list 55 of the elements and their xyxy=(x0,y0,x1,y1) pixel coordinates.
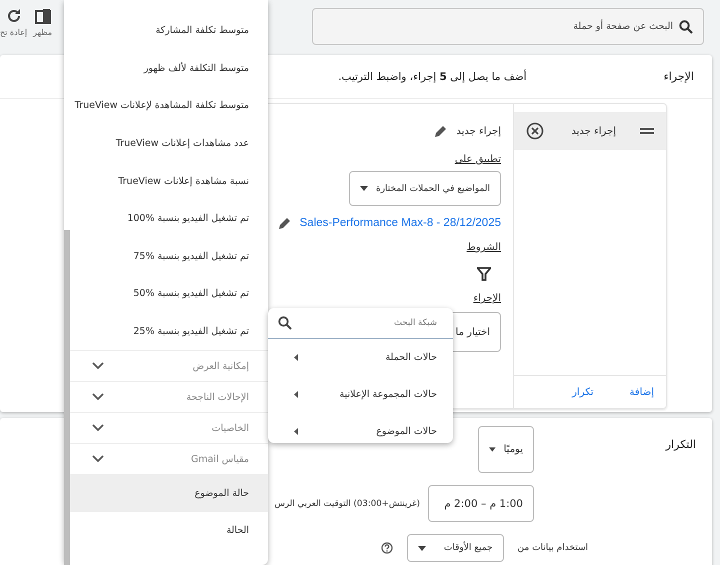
action-name: إجراء جديد xyxy=(456,126,501,136)
field-label: الإجراء xyxy=(473,293,501,304)
field-label: تطبيق على xyxy=(454,154,501,165)
search-field[interactable]: البحث عن صفحة أو حملة xyxy=(312,8,704,45)
chevron-down-icon xyxy=(92,424,104,432)
toolbar-button[interactable]: إعادة تح xyxy=(0,8,28,37)
dropdown[interactable]: جميع الأوقات xyxy=(406,534,504,562)
section-title: التكرار xyxy=(664,438,696,451)
caret-icon xyxy=(418,546,426,550)
action-item[interactable]: إجراء جديد xyxy=(514,112,666,150)
footer-link[interactable]: إضافة xyxy=(630,386,654,398)
menu-item[interactable]: متوسط التكلفة لألف ظهور xyxy=(70,50,268,88)
menu-item[interactable]: حالة الموضوع xyxy=(70,474,268,512)
triangle-left-icon xyxy=(294,354,298,361)
drag-handle-icon xyxy=(640,128,654,134)
menu-item[interactable]: تم تشغيل الفيديو بنسبة %75 xyxy=(70,238,268,276)
refresh-icon xyxy=(6,8,22,24)
dropdown[interactable]: 1:00 م – 2:00 م xyxy=(428,485,534,522)
triangle-left-icon xyxy=(294,391,298,398)
columns-icon xyxy=(34,8,51,24)
menu-item[interactable]: تم تشغيل الفيديو بنسبة %25 xyxy=(70,312,268,350)
chevron-down-icon xyxy=(92,455,104,464)
menu-item[interactable]: متوسط تكلفة المشاركة xyxy=(70,12,268,50)
menu-item[interactable]: متوسط تكلفة المشاهدة لإعلانات TrueView xyxy=(70,87,268,125)
menu-item[interactable]: عدد مشاهدات إعلانات TrueView xyxy=(70,124,268,162)
chevron-down-icon xyxy=(92,362,104,370)
pencil-icon xyxy=(278,216,292,230)
menu-item[interactable]: نسبة مشاهدة إعلانات TrueView xyxy=(70,162,268,200)
campaign-link[interactable]: Sales-Performance Max-8 - 28/12/2025 xyxy=(300,217,501,229)
field-label: الشروط xyxy=(466,242,501,253)
submenu-item[interactable]: حالات الحملة xyxy=(268,339,453,376)
submenu-item[interactable]: حالات الموضوع xyxy=(268,413,453,450)
caret-icon xyxy=(489,447,496,452)
toolbar-button[interactable]: مظهر xyxy=(33,8,52,37)
timezone-text: (غرينتش+03:00) التوقيت العربي الرس xyxy=(274,498,420,508)
menu-item[interactable]: الحالة xyxy=(70,512,268,550)
filter-icon[interactable] xyxy=(477,267,491,281)
dropdown[interactable]: يوميًا xyxy=(478,426,534,473)
scrollbar[interactable] xyxy=(64,230,70,565)
help-icon[interactable] xyxy=(380,542,393,554)
search-icon xyxy=(278,316,292,330)
close-icon[interactable] xyxy=(526,122,544,140)
search-field[interactable]: شبكة البحث xyxy=(268,308,453,339)
pencil-icon xyxy=(434,124,448,138)
triangle-left-icon xyxy=(294,428,298,435)
footer-link[interactable]: تكرار xyxy=(572,386,594,398)
dropdown[interactable]: المواضيع في الحملات المختارة xyxy=(348,171,501,206)
caret-icon xyxy=(360,186,368,191)
section-title: الإجراء xyxy=(664,70,694,83)
search-icon xyxy=(679,20,693,34)
chevron-down-icon xyxy=(92,393,104,402)
menu-item[interactable]: تم تشغيل الفيديو بنسبة %100 xyxy=(70,200,268,238)
menu-item[interactable]: تم تشغيل الفيديو بنسبة %50 xyxy=(70,275,268,313)
field-label: استخدام بيانات من xyxy=(518,543,588,553)
submenu-item[interactable]: حالات المجموعة الإعلانية xyxy=(268,376,453,413)
